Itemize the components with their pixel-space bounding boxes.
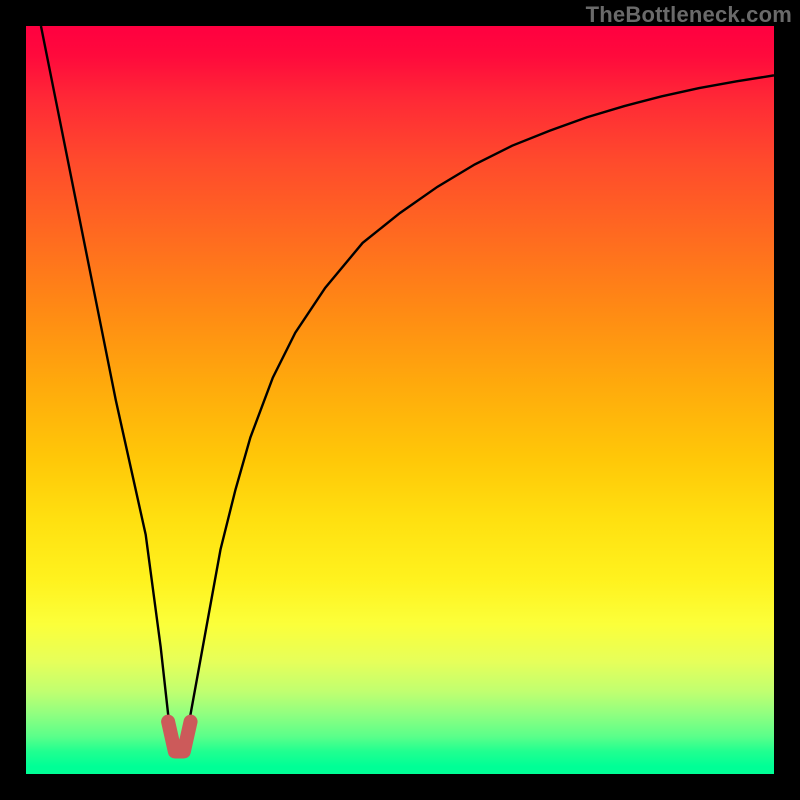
bottleneck-curve <box>26 26 774 774</box>
plot-area <box>26 26 774 774</box>
watermark-text: TheBottleneck.com <box>586 2 792 28</box>
chart-frame: TheBottleneck.com <box>0 0 800 800</box>
